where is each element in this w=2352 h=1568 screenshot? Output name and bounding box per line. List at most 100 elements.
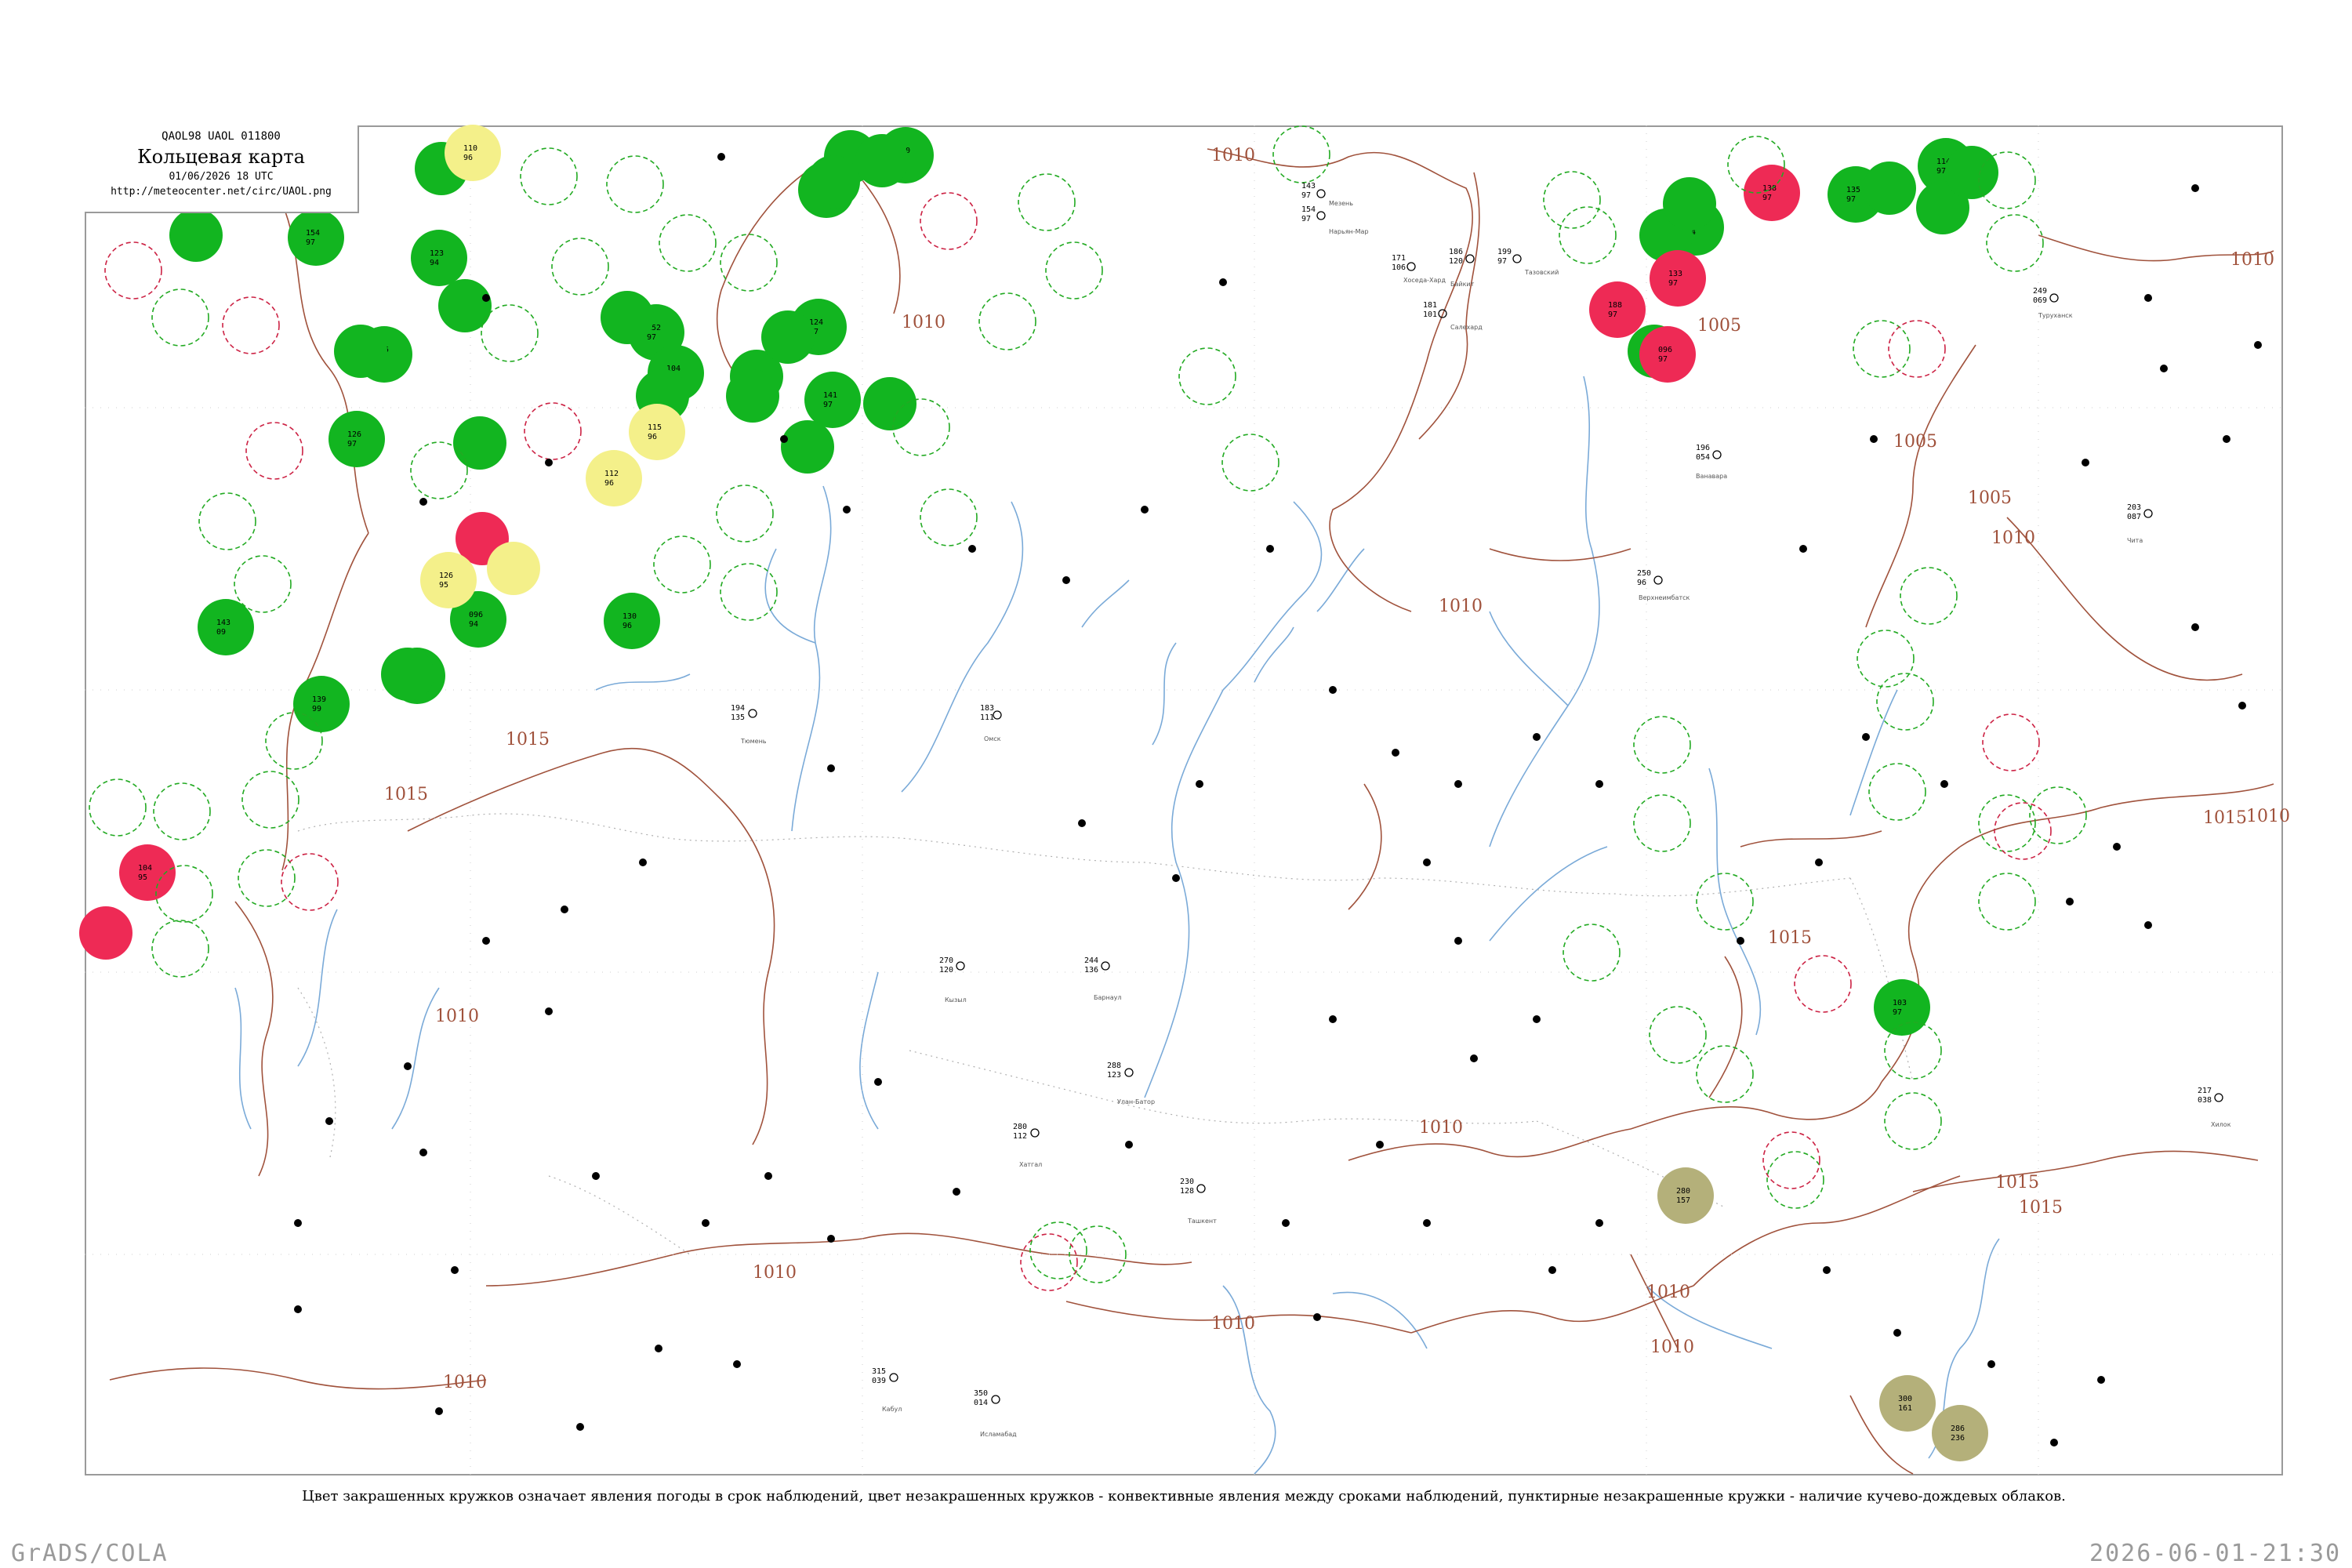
isobar-label: 1010	[1439, 597, 1483, 616]
station-haze-circle: 11596	[629, 404, 685, 460]
isobar-label: 1015	[506, 730, 550, 750]
svg-text:171: 171	[1392, 254, 1406, 263]
svg-text:Ванавара: Ванавара	[1696, 473, 1727, 480]
svg-text:97: 97	[306, 238, 315, 247]
svg-text:Улан-Батор: Улан-Батор	[1117, 1098, 1155, 1105]
isobars	[109, 148, 2274, 1475]
svg-text:Ташкент: Ташкент	[1187, 1218, 1217, 1225]
svg-text:161: 161	[1898, 1404, 1912, 1413]
station-dust-circle: 300161	[1879, 1375, 1936, 1432]
svg-text:154: 154	[306, 229, 320, 238]
svg-text:Омск: Омск	[984, 735, 1001, 742]
svg-text:Салехард: Салехард	[1450, 324, 1483, 331]
legend-footnote: Цвет закрашенных кружков означает явлени…	[302, 1488, 2066, 1504]
plain-stations: 14397Мезень 15497Нарьян-Мар 171106Хоседа…	[731, 182, 2231, 1438]
map-title-box: QAOL98 UAOL 011800 Кольцевая карта 01/06…	[85, 125, 359, 213]
isobar-label: 1010	[1211, 146, 1255, 165]
isobar-label: 1015	[1768, 928, 1812, 948]
station-rain-circle: 13096	[604, 593, 660, 649]
svg-text:087: 087	[2127, 513, 2141, 521]
svg-text:120: 120	[939, 966, 953, 975]
station-rain-circle: 12394	[411, 230, 467, 286]
isobar-label: 1015	[1995, 1173, 2039, 1192]
station-rain-circle: 13999	[293, 676, 350, 732]
isobar-label: 1010	[2230, 250, 2274, 270]
green-clusters	[169, 130, 1998, 701]
svg-text:94: 94	[430, 259, 439, 267]
svg-text:183: 183	[980, 704, 994, 713]
svg-text:Байкит: Байкит	[1450, 281, 1475, 288]
map-url: http://meteocenter.net/circ/UAOL.png	[111, 186, 332, 198]
station-marker: 217038 Хилок	[2198, 1087, 2231, 1128]
svg-text:143: 143	[216, 619, 230, 627]
station-marker: 315039 Кабул	[872, 1367, 902, 1413]
svg-text:97: 97	[1301, 191, 1311, 200]
cb-rings-green	[89, 125, 2087, 1283]
svg-text:280: 280	[1013, 1123, 1027, 1131]
svg-text:157: 157	[1676, 1196, 1690, 1205]
svg-text:141: 141	[823, 391, 837, 400]
yellow-clusters	[487, 542, 540, 595]
svg-text:111: 111	[980, 713, 994, 722]
svg-text:123: 123	[430, 249, 444, 258]
svg-text:97: 97	[1893, 1008, 1902, 1017]
svg-text:112: 112	[604, 470, 619, 478]
map-date: 01/06/2026 18 UTC	[169, 171, 274, 183]
svg-text:97: 97	[1658, 355, 1668, 364]
svg-text:154: 154	[1301, 205, 1316, 214]
svg-text:95: 95	[138, 873, 147, 882]
svg-text:196: 196	[1696, 444, 1710, 452]
station-marker: 270120 Кызыл	[939, 956, 967, 1004]
station-rain-circle: 12697	[328, 411, 385, 467]
svg-text:97: 97	[1762, 194, 1772, 202]
svg-text:069: 069	[2033, 296, 2047, 305]
svg-text:106: 106	[1392, 263, 1406, 272]
svg-text:97: 97	[1846, 195, 1856, 204]
isobar-label: 1010	[1419, 1118, 1463, 1138]
svg-text:110: 110	[463, 144, 477, 153]
svg-text:270: 270	[939, 956, 953, 965]
svg-text:Верхнеимбатск: Верхнеимбатск	[1639, 594, 1690, 601]
svg-text:Хатгал: Хатгал	[1019, 1161, 1042, 1168]
station-haze-circle: 11296	[586, 450, 642, 506]
station-thunder-circle: 09697	[1639, 326, 1696, 383]
svg-text:97: 97	[1301, 215, 1311, 223]
svg-text:096: 096	[469, 611, 483, 619]
svg-text:Барнаул: Барнаул	[1094, 994, 1121, 1001]
svg-text:244: 244	[1084, 956, 1098, 965]
svg-text:194: 194	[731, 704, 745, 713]
svg-text:103: 103	[1893, 999, 1907, 1007]
svg-text:104: 104	[138, 864, 152, 873]
station-rain-circle: 15497	[288, 209, 344, 266]
svg-text:96: 96	[463, 154, 473, 162]
station-marker: 196054 Ванавара	[1696, 444, 1727, 480]
map-title: Кольцевая карта	[137, 146, 305, 168]
station-marker: 249069 Туруханск	[2033, 287, 2073, 319]
isobar-label: 1015	[2203, 808, 2247, 828]
svg-text:096: 096	[1658, 346, 1672, 354]
isobar-label: 1005	[1893, 432, 1937, 452]
station-marker: 183111 Омск	[980, 704, 1002, 742]
isobar-label: 1010	[1991, 528, 2035, 548]
station-dust-circle: 286236	[1932, 1405, 1988, 1461]
svg-text:014: 014	[974, 1399, 988, 1407]
station-marker: 288123 Улан-Батор	[1107, 1062, 1155, 1105]
isobar-label: 1010	[1211, 1314, 1255, 1334]
station-marker: 171106 Хоседа-Хард	[1392, 254, 1446, 284]
station-marker: 203087 Чита	[2127, 503, 2153, 544]
svg-text:054: 054	[1696, 453, 1710, 462]
station-haze-circle: 12695	[420, 552, 477, 608]
station-thunder-circle: 18897	[1589, 281, 1646, 338]
svg-text:135: 135	[731, 713, 745, 722]
station-marker: 19997 Тазовский	[1497, 248, 1559, 276]
isobar-label: 1005	[1697, 316, 1741, 336]
svg-text:97: 97	[1608, 310, 1617, 319]
svg-text:Нарьян-Мар: Нарьян-Мар	[1329, 228, 1369, 235]
svg-text:350: 350	[974, 1389, 988, 1398]
svg-text:130: 130	[622, 612, 637, 621]
svg-text:123: 123	[1107, 1071, 1121, 1080]
svg-text:286: 286	[1951, 1425, 1965, 1433]
svg-text:126: 126	[347, 430, 361, 439]
svg-text:203: 203	[2127, 503, 2141, 512]
station-haze-circle: 11096	[445, 125, 501, 181]
